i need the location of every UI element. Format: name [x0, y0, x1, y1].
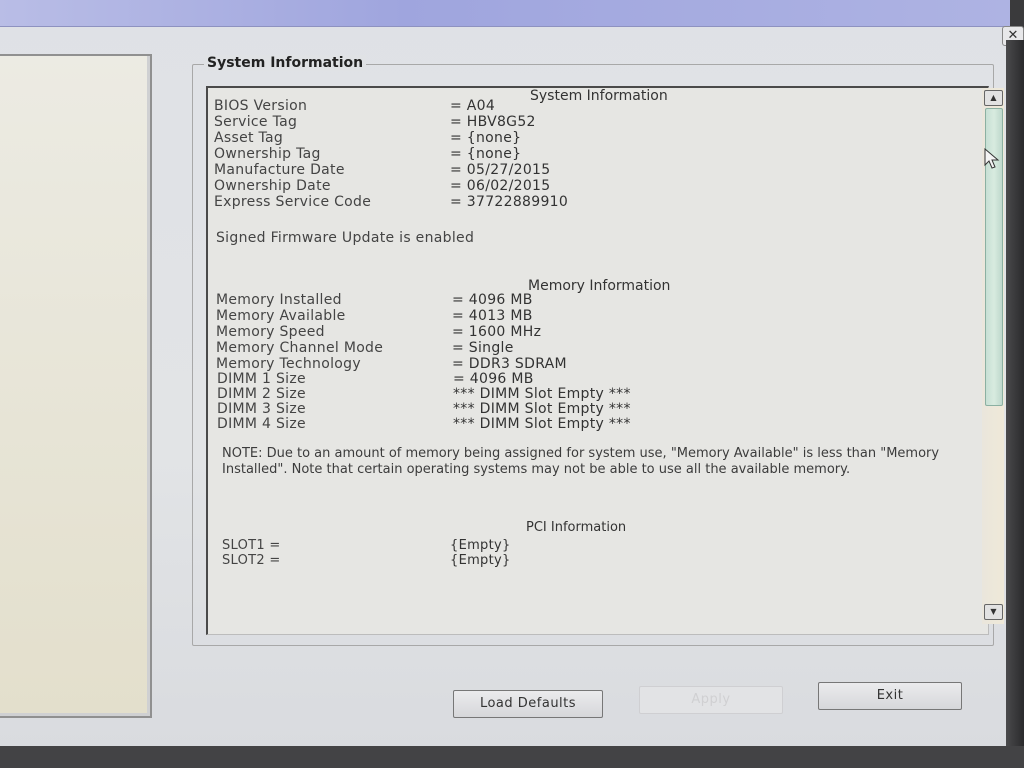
- group-title: System Information: [204, 55, 367, 71]
- info-value: = {none}: [450, 130, 522, 146]
- memory-label: DIMM 1 Size: [217, 371, 306, 387]
- pci-value: {Empty}: [450, 538, 511, 553]
- info-label: Ownership Date: [214, 178, 331, 194]
- apply-button[interactable]: Apply: [639, 686, 783, 714]
- memory-value: *** DIMM Slot Empty ***: [453, 401, 631, 417]
- load-defaults-button[interactable]: Load Defaults: [453, 690, 603, 718]
- memory-value: = DDR3 SDRAM: [452, 356, 567, 372]
- info-value: = A04: [450, 98, 496, 114]
- settings-tree-pane[interactable]: [0, 54, 152, 718]
- memory-value: = 4096 MB: [452, 292, 533, 308]
- memory-label: DIMM 2 Size: [217, 386, 306, 402]
- title-bar: [0, 0, 1010, 27]
- system-info-heading: System Information: [530, 88, 668, 104]
- info-value: = HBV8G52: [450, 114, 536, 130]
- info-label: Service Tag: [214, 114, 298, 130]
- info-value: = 37722889910: [450, 194, 569, 210]
- memory-value: *** DIMM Slot Empty ***: [453, 386, 631, 402]
- mouse-pointer-icon: [984, 148, 1000, 169]
- memory-info-heading: Memory Information: [528, 278, 671, 294]
- info-value: = {none}: [450, 146, 522, 162]
- memory-label: Memory Available: [216, 308, 346, 324]
- monitor-bezel-right: [1006, 40, 1024, 768]
- memory-value: = 4096 MB: [453, 371, 534, 387]
- memory-note: NOTE: Due to an amount of memory being a…: [222, 446, 940, 477]
- monitor-bezel-bottom: [0, 746, 1024, 768]
- memory-value: *** DIMM Slot Empty ***: [453, 416, 631, 432]
- pci-value: {Empty}: [450, 553, 511, 568]
- memory-label: Memory Channel Mode: [216, 340, 384, 356]
- scroll-down-arrow-icon[interactable]: ▼: [984, 604, 1003, 620]
- memory-label: Memory Technology: [216, 356, 361, 372]
- memory-value: = 1600 MHz: [452, 324, 542, 340]
- pci-label: SLOT2 =: [222, 553, 281, 568]
- info-label: Express Service Code: [214, 194, 372, 210]
- info-label: Ownership Tag: [214, 146, 321, 162]
- pci-info-heading: PCI Information: [526, 520, 627, 535]
- system-information-panel[interactable]: System Information BIOS Version = A04 Ser…: [206, 86, 989, 635]
- bios-setup-window: System Information System Information BI…: [0, 0, 1010, 750]
- exit-button[interactable]: Exit: [818, 682, 962, 710]
- memory-label: Memory Installed: [216, 292, 342, 308]
- memory-value: = Single: [452, 340, 514, 356]
- firmware-status: Signed Firmware Update is enabled: [216, 230, 475, 246]
- pci-label: SLOT1 =: [222, 538, 281, 553]
- info-value: = 06/02/2015: [450, 178, 551, 194]
- memory-label: Memory Speed: [216, 324, 325, 340]
- info-label: Asset Tag: [214, 130, 284, 146]
- memory-label: DIMM 4 Size: [217, 416, 306, 432]
- info-label: Manufacture Date: [214, 162, 345, 178]
- memory-value: = 4013 MB: [452, 308, 533, 324]
- memory-label: DIMM 3 Size: [217, 401, 306, 417]
- info-label: BIOS Version: [214, 98, 308, 114]
- scroll-up-arrow-icon[interactable]: ▲: [984, 90, 1003, 106]
- info-value: = 05/27/2015: [450, 162, 551, 178]
